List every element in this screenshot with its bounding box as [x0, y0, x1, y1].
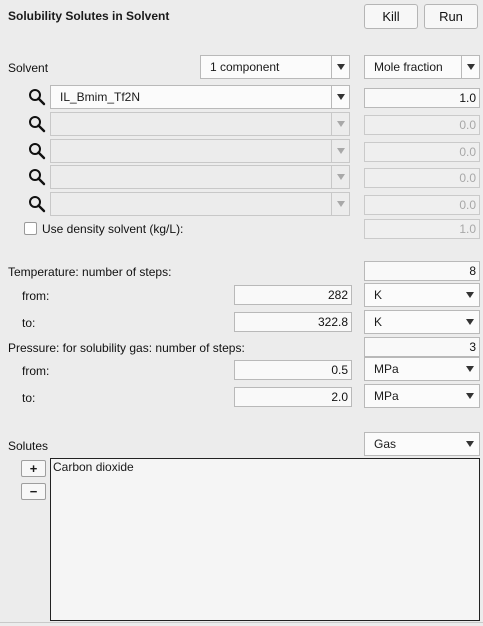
pressure-to-unit-select[interactable]: MPa — [364, 384, 480, 408]
chevron-down-icon — [461, 385, 479, 407]
search-icon[interactable] — [28, 195, 46, 213]
chevron-down-icon — [331, 140, 349, 162]
solute-phase-value: Gas — [374, 437, 397, 451]
pressure-from-unit-select[interactable]: MPa — [364, 357, 480, 381]
pressure-to-label: to: — [22, 391, 36, 405]
solvent-component-select-5[interactable] — [50, 192, 350, 216]
temperature-from-unit-select[interactable]: K — [364, 283, 480, 307]
density-field[interactable]: 1.0 — [364, 219, 480, 239]
use-density-label: Use density solvent (kg/L): — [42, 222, 184, 236]
pressure-steps-label: Pressure: for solubility gas: number of … — [8, 341, 245, 355]
chevron-down-icon — [331, 86, 349, 108]
pressure-to-unit: MPa — [374, 389, 399, 403]
page-title: Solubility Solutes in Solvent — [8, 9, 170, 23]
temperature-to-unit-select[interactable]: K — [364, 310, 480, 334]
solvent-fraction-field-1[interactable]: 1.0 — [364, 88, 480, 108]
search-icon[interactable] — [28, 168, 46, 186]
solvent-fraction-field-3[interactable]: 0.0 — [364, 142, 480, 162]
solvent-component-name: IL_Bmim_Tf2N — [60, 90, 141, 104]
run-button[interactable]: Run — [424, 4, 478, 29]
components-select-value: 1 component — [210, 60, 280, 74]
pressure-steps-field[interactable]: 3 — [364, 337, 480, 357]
use-density-checkbox[interactable] — [24, 222, 37, 235]
chevron-down-icon — [331, 113, 349, 135]
list-item[interactable]: Carbon dioxide — [51, 459, 479, 474]
divider — [0, 622, 483, 623]
temperature-steps-label: Temperature: number of steps: — [8, 265, 172, 279]
solvent-fraction-field-4[interactable]: 0.0 — [364, 168, 480, 188]
chevron-down-icon — [461, 284, 479, 306]
solvent-component-select-2[interactable] — [50, 112, 350, 136]
chevron-down-icon — [461, 56, 479, 78]
solute-phase-select[interactable]: Gas — [364, 432, 480, 456]
fraction-select-value: Mole fraction — [374, 60, 443, 74]
solutes-list[interactable]: Carbon dioxide — [50, 458, 480, 621]
temperature-to-unit: K — [374, 315, 383, 329]
solvent-label: Solvent — [8, 61, 49, 75]
solvent-component-select-4[interactable] — [50, 165, 350, 189]
search-icon[interactable] — [28, 88, 46, 106]
add-solute-button[interactable]: + — [21, 460, 46, 477]
fraction-select[interactable]: Mole fraction — [364, 55, 480, 79]
kill-button[interactable]: Kill — [364, 4, 418, 29]
search-icon[interactable] — [28, 115, 46, 133]
pressure-from-unit: MPa — [374, 362, 399, 376]
temperature-to-label: to: — [22, 316, 36, 330]
pressure-from-label: from: — [22, 364, 50, 378]
chevron-down-icon — [331, 56, 349, 78]
remove-solute-button[interactable]: − — [21, 483, 46, 500]
temperature-to-field[interactable]: 322.8 — [234, 312, 352, 332]
temperature-steps-field[interactable]: 8 — [364, 261, 480, 281]
chevron-down-icon — [331, 193, 349, 215]
solvent-fraction-field-5[interactable]: 0.0 — [364, 195, 480, 215]
chevron-down-icon — [331, 166, 349, 188]
solvent-component-select-3[interactable] — [50, 139, 350, 163]
components-select[interactable]: 1 component — [200, 55, 350, 79]
temperature-from-label: from: — [22, 289, 50, 303]
search-icon[interactable] — [28, 142, 46, 160]
pressure-to-field[interactable]: 2.0 — [234, 387, 352, 407]
solvent-component-select-1[interactable]: IL_Bmim_Tf2N — [50, 85, 350, 109]
pressure-from-field[interactable]: 0.5 — [234, 360, 352, 380]
solvent-fraction-field-2[interactable]: 0.0 — [364, 115, 480, 135]
chevron-down-icon — [461, 433, 479, 455]
chevron-down-icon — [461, 311, 479, 333]
solutes-label: Solutes — [8, 439, 49, 453]
temperature-from-unit: K — [374, 288, 383, 302]
temperature-from-field[interactable]: 282 — [234, 285, 352, 305]
chevron-down-icon — [461, 358, 479, 380]
